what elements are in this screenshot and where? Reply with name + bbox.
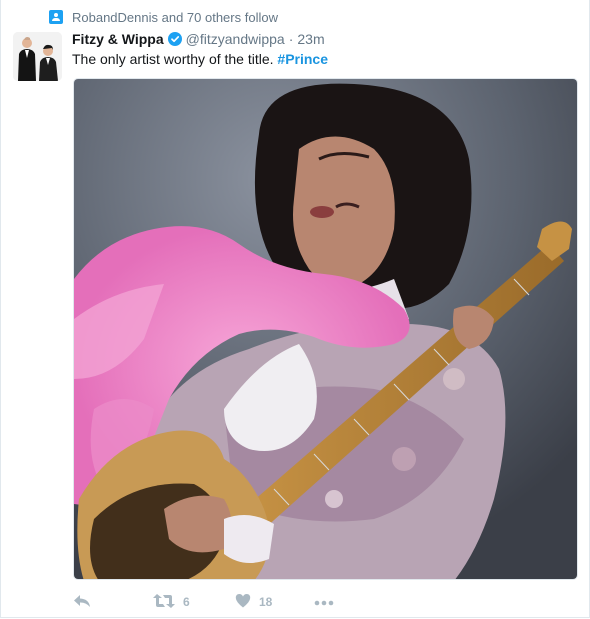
retweet-icon — [153, 593, 175, 612]
more-dots-icon — [314, 595, 334, 609]
author-screenname[interactable]: @fitzyandwippa — [186, 31, 285, 47]
avatar[interactable] — [13, 32, 62, 81]
follow-context-icon — [49, 10, 63, 24]
author-fullname[interactable]: Fitzy & Wippa — [72, 31, 164, 47]
tweet-body: The only artist worthy of the title. — [72, 51, 274, 67]
social-context: RobandDennis and 70 others follow — [49, 8, 278, 26]
more-button[interactable] — [314, 592, 334, 612]
hashtag-link[interactable]: #Prince — [277, 51, 328, 67]
tweet-timestamp[interactable]: 23m — [297, 31, 324, 47]
tweet-header: Fitzy & Wippa @fitzyandwippa · 23m — [72, 30, 325, 48]
social-context-text: RobandDennis and 70 others follow — [72, 9, 278, 25]
tweet-photo[interactable] — [73, 78, 578, 580]
like-count: 18 — [259, 595, 273, 609]
tweet-actions: 6 18 — [73, 592, 473, 614]
heart-icon — [235, 593, 251, 611]
retweet-count: 6 — [183, 595, 190, 609]
reply-icon — [73, 593, 91, 612]
tweet-card[interactable]: RobandDennis and 70 others follow Fitzy … — [0, 0, 590, 618]
concert-photo — [74, 79, 577, 579]
verified-badge-icon — [167, 32, 182, 46]
retweet-button[interactable]: 6 — [153, 592, 190, 612]
reply-button[interactable] — [73, 592, 91, 612]
separator-dot: · — [288, 31, 294, 47]
tweet-text: The only artist worthy of the title. #Pr… — [72, 50, 328, 68]
like-button[interactable]: 18 — [235, 592, 272, 612]
